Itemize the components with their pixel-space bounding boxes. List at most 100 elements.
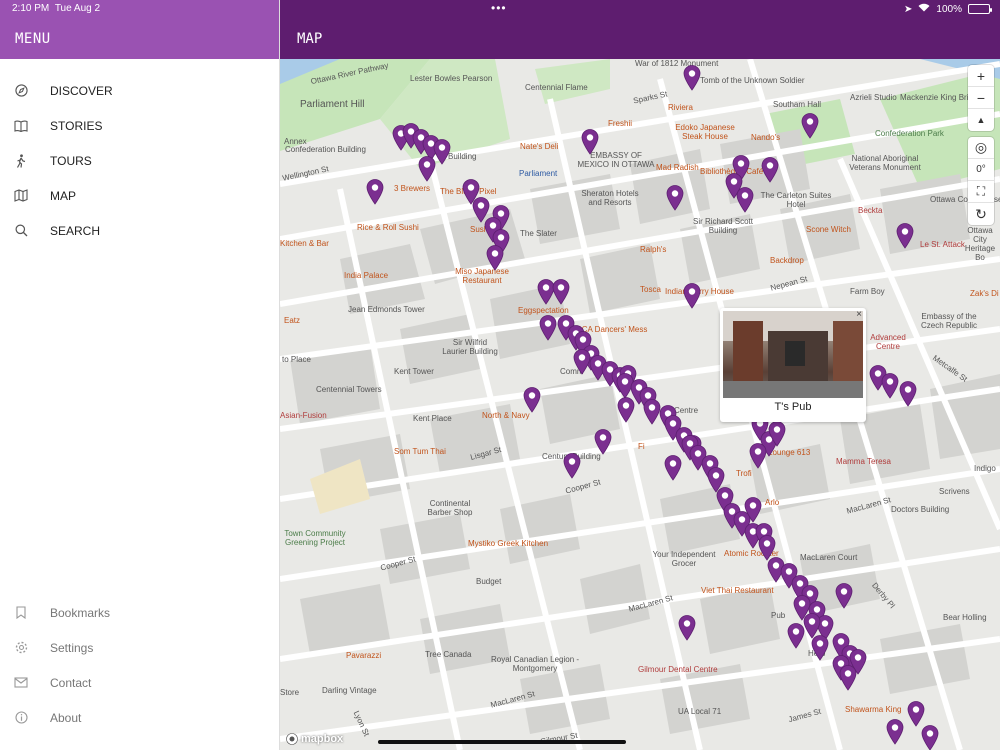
map-pin-icon[interactable] <box>899 381 917 407</box>
map-pin-icon[interactable] <box>761 157 779 183</box>
compass-button[interactable]: ▲ <box>968 109 994 131</box>
map-pin-icon[interactable] <box>366 179 384 205</box>
walking-icon <box>14 153 28 168</box>
map-pin-icon[interactable] <box>418 156 436 182</box>
map-label: The Carleton Suites Hotel <box>760 191 832 209</box>
map-label: Eggspectation <box>518 306 569 315</box>
multitasking-dots-icon[interactable]: ••• <box>491 1 507 15</box>
map-label: Mystiko Greek Kitchen <box>468 539 549 548</box>
map-label: Royal Canadian Legion - Montgomery <box>490 655 580 673</box>
map-label: Edoko Japanese Steak House <box>675 123 735 141</box>
battery-percent: 100% <box>936 3 962 15</box>
map-label: Eatz <box>284 316 301 325</box>
status-bar: 2:10 PM Tue Aug 2 ••• ➤ 100% <box>0 0 1000 20</box>
map-label: National Aboriginal Veterans Monument <box>849 154 921 172</box>
map-pin-icon[interactable] <box>563 453 581 479</box>
map-label: Som Tum Thai <box>394 447 446 456</box>
map-pin-icon[interactable] <box>881 373 899 399</box>
book-icon <box>14 119 28 133</box>
map-label: Bear Holling <box>943 613 987 622</box>
map-pin-icon[interactable] <box>594 429 612 455</box>
map-icon <box>14 189 28 203</box>
map-label: Southam Hall <box>773 100 822 109</box>
map-label: Centre <box>674 406 699 415</box>
nav-item-settings[interactable]: Settings <box>0 630 280 665</box>
map-label: Scrivens <box>939 487 970 496</box>
map-pin-icon[interactable] <box>683 283 701 309</box>
map-label: Darling Vintage <box>322 686 377 695</box>
nav-item-about[interactable]: About <box>0 700 280 735</box>
map-label: Azrieli Studio <box>850 93 897 102</box>
map-view[interactable]: War of 1812 Monument Ottawa River Pathwa… <box>280 59 1000 750</box>
map-pin-icon[interactable] <box>523 387 541 413</box>
map-pin-icon[interactable] <box>768 421 786 447</box>
map-pin-icon[interactable] <box>907 701 925 727</box>
mapbox-icon <box>286 733 298 745</box>
gear-icon <box>14 641 28 655</box>
locate-button[interactable]: ◎ <box>968 137 994 159</box>
nav-item-contact[interactable]: Contact <box>0 665 280 700</box>
map-pin-icon[interactable] <box>552 279 570 305</box>
map-label: Budget <box>476 577 502 586</box>
map-pin-icon[interactable] <box>886 719 904 745</box>
popup-close-button[interactable]: × <box>856 309 862 320</box>
mapbox-logo[interactable]: mapbox <box>286 733 343 745</box>
reset-button[interactable]: ↻ <box>968 203 994 225</box>
nav-item-map[interactable]: MAP <box>0 178 279 213</box>
sidebar-menu: MENU DISCOVER STORIES TOURS MAP SEARCH B… <box>0 0 280 750</box>
map-label: War of 1812 Monument <box>635 59 719 68</box>
map-label: Riviera <box>668 103 693 112</box>
nav-item-discover[interactable]: DISCOVER <box>0 73 279 108</box>
nav-label: MAP <box>50 188 77 203</box>
map-pin-icon[interactable] <box>896 223 914 249</box>
zoom-out-button[interactable]: − <box>968 87 994 109</box>
fullscreen-button[interactable]: ⛶ <box>968 181 994 203</box>
map-label: Shawarma King <box>845 705 902 714</box>
map-pin-icon[interactable] <box>749 443 767 469</box>
map-pin-icon[interactable] <box>736 187 754 213</box>
map-pin-icon[interactable] <box>787 623 805 649</box>
map-pin-icon[interactable] <box>801 113 819 139</box>
map-label: Backdrop <box>770 256 804 265</box>
map-label: Tosca <box>640 285 661 294</box>
nav-item-search[interactable]: SEARCH <box>0 213 279 248</box>
map-pin-icon[interactable] <box>839 665 857 691</box>
wifi-icon <box>918 3 930 15</box>
zoom-in-button[interactable]: + <box>968 65 994 87</box>
place-photo <box>723 311 863 398</box>
map-label: Rice & Roll Sushi <box>357 223 419 232</box>
location-arrow-icon: ➤ <box>904 3 913 15</box>
map-label: Indigo <box>974 464 996 473</box>
map-pin-icon[interactable] <box>617 397 635 423</box>
map-pin-icon[interactable] <box>744 497 762 523</box>
map-label: Gilmour Dental Centre <box>638 665 718 674</box>
map-label: Pavarazzi <box>346 651 382 660</box>
map-label: Advanced Centre <box>870 333 906 351</box>
home-indicator[interactable] <box>378 740 626 744</box>
bookmark-icon <box>14 606 28 620</box>
sidebar-title: MENU <box>15 31 51 47</box>
map-label: Scone Witch <box>806 225 851 234</box>
nav-label: STORIES <box>50 118 103 133</box>
map-label: Jean Edmonds Tower <box>348 305 425 314</box>
map-pin-icon[interactable] <box>683 65 701 91</box>
map-pin-icon[interactable] <box>811 635 829 661</box>
nav-item-stories[interactable]: STORIES <box>0 108 279 143</box>
map-pin-icon[interactable] <box>581 129 599 155</box>
map-label: Lester Bowles Pearson <box>410 74 493 83</box>
map-label: Store <box>280 688 300 697</box>
map-label: Ralph's <box>640 245 667 254</box>
map-label: Viet Thai Restaurant <box>701 586 774 595</box>
map-label: Tree Canada <box>425 650 472 659</box>
map-pin-icon[interactable] <box>539 315 557 341</box>
place-popup[interactable]: × T's Pub <box>720 308 866 422</box>
map-pin-icon[interactable] <box>666 185 684 211</box>
map-pin-icon[interactable] <box>678 615 696 641</box>
nav-item-bookmarks[interactable]: Bookmarks <box>0 595 280 630</box>
map-label: The Slater <box>520 229 557 238</box>
nav-item-tours[interactable]: TOURS <box>0 143 279 178</box>
map-pin-icon[interactable] <box>664 455 682 481</box>
map-pin-icon[interactable] <box>921 725 939 750</box>
map-pin-icon[interactable] <box>835 583 853 609</box>
map-pin-icon[interactable] <box>486 245 504 271</box>
